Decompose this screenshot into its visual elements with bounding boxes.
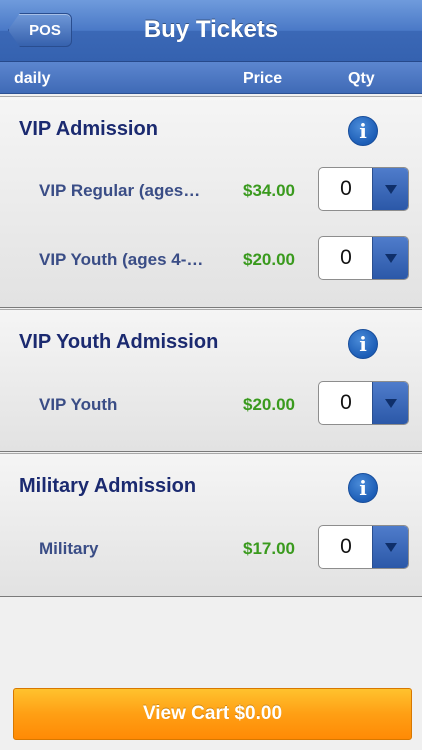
info-icon[interactable]: i xyxy=(348,116,378,146)
quantity-select[interactable]: 0 xyxy=(318,525,409,569)
ticket-name: VIP Regular (ages… xyxy=(39,181,201,200)
buy-tickets-screen: POS Buy Tickets daily Price Qty VIP Admi… xyxy=(0,0,422,750)
ticket-price: $20.00 xyxy=(243,250,295,269)
quantity-value: 0 xyxy=(340,246,352,269)
ticket-price: $17.00 xyxy=(243,539,295,558)
ticket-row: VIP Regular (ages… $34.00 0 xyxy=(0,167,422,213)
ticket-row: Military $17.00 0 xyxy=(0,525,422,571)
ticket-row: VIP Youth $20.00 0 xyxy=(0,381,422,427)
quantity-value: 0 xyxy=(340,535,352,558)
ticket-section-vip-admission: VIP Admission i VIP Regular (ages… $34.0… xyxy=(0,96,422,308)
column-header-price: Price xyxy=(243,70,283,87)
section-title: VIP Youth Admission xyxy=(19,331,219,353)
navigation-bar: POS Buy Tickets xyxy=(0,0,422,62)
quantity-value: 0 xyxy=(340,177,352,200)
ticket-name: Military xyxy=(39,539,99,558)
quantity-select[interactable]: 0 xyxy=(318,167,409,211)
ticket-name: VIP Youth xyxy=(39,395,118,414)
section-title: Military Admission xyxy=(19,475,197,497)
quantity-select[interactable]: 0 xyxy=(318,381,409,425)
quantity-select[interactable]: 0 xyxy=(318,236,409,280)
ticket-price: $20.00 xyxy=(243,395,295,414)
ticket-price: $34.00 xyxy=(243,181,295,200)
column-header-name: daily xyxy=(14,70,51,87)
page-title: Buy Tickets xyxy=(143,16,279,43)
ticket-row: VIP Youth (ages 4-… $20.00 0 xyxy=(0,236,422,282)
ticket-section-military-admission: Military Admission i Military $17.00 0 xyxy=(0,453,422,597)
column-header-qty: Qty xyxy=(348,70,375,87)
view-cart-button[interactable]: View Cart $0.00 xyxy=(13,688,412,740)
info-icon[interactable]: i xyxy=(348,329,378,359)
column-header-bar: daily Price Qty xyxy=(0,62,422,94)
chevron-down-icon[interactable] xyxy=(372,526,408,568)
info-icon[interactable]: i xyxy=(348,473,378,503)
quantity-value: 0 xyxy=(340,391,352,414)
chevron-down-icon[interactable] xyxy=(372,382,408,424)
chevron-down-icon[interactable] xyxy=(372,168,408,210)
ticket-name: VIP Youth (ages 4-… xyxy=(39,250,204,269)
chevron-down-icon[interactable] xyxy=(372,237,408,279)
section-title: VIP Admission xyxy=(19,118,158,140)
ticket-section-vip-youth-admission: VIP Youth Admission i VIP Youth $20.00 0 xyxy=(0,309,422,452)
